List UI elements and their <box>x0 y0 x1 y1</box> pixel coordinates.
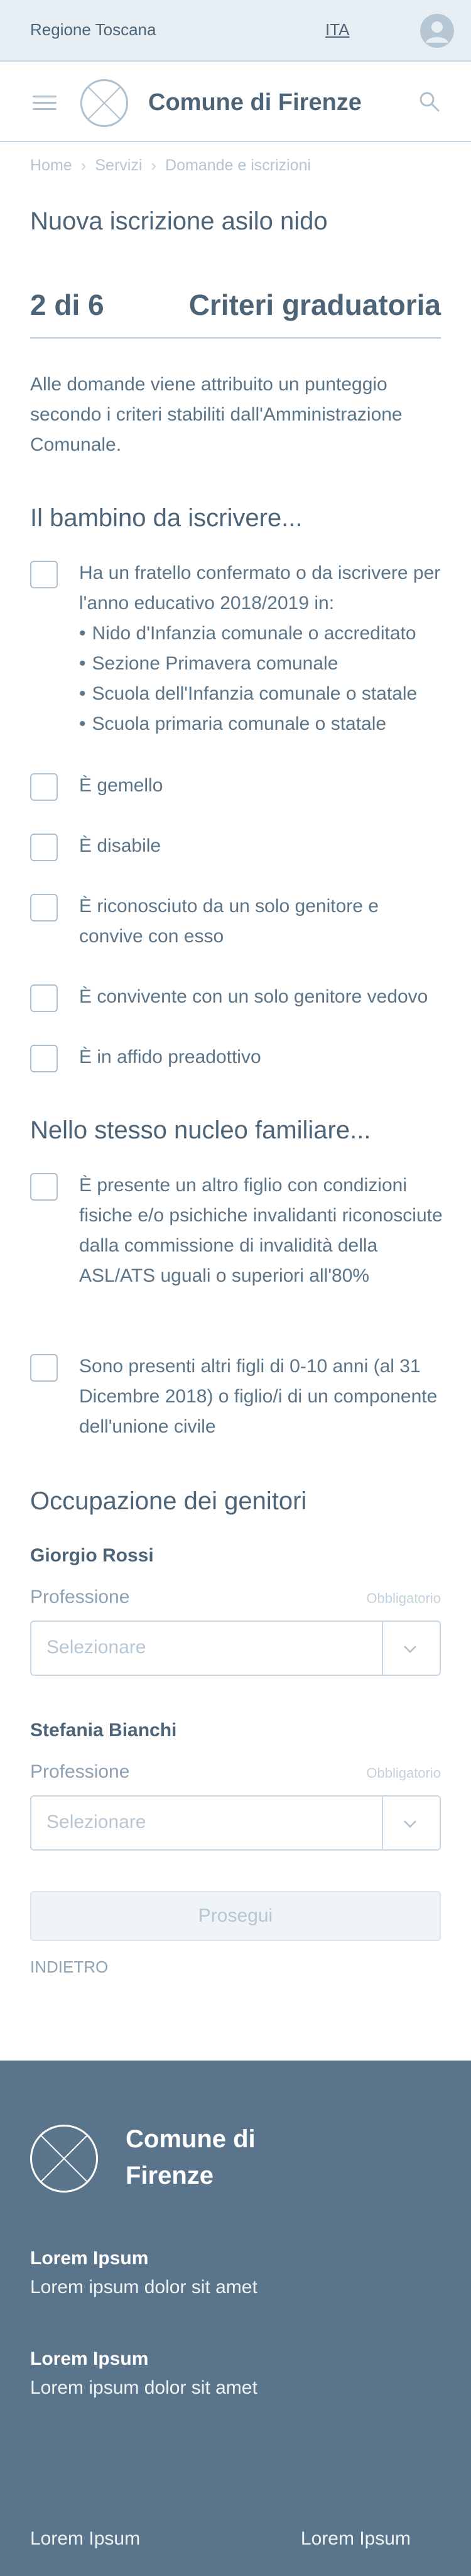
breadcrumb-item-current[interactable]: Domande e iscrizioni <box>165 157 311 175</box>
search-icon[interactable] <box>418 91 441 113</box>
checkbox-label: È riconosciuto da un solo genitore e con… <box>79 896 379 947</box>
chevron-right-icon: › <box>151 156 157 175</box>
professione-select-1[interactable]: Selezionare <box>30 1621 441 1676</box>
footer: Comune di Firenze Lorem Ipsum Lorem ipsu… <box>0 2061 471 2576</box>
list-item: Nido d'Infanzia comunale o accreditato <box>79 619 445 649</box>
site-title[interactable]: Comune di Firenze <box>148 89 362 116</box>
checkbox[interactable] <box>30 894 58 922</box>
chevron-right-icon: › <box>80 156 87 175</box>
checkbox[interactable] <box>30 1045 58 1072</box>
checkbox-label: Sono presenti altri figli di 0-10 anni (… <box>79 1356 438 1437</box>
avatar[interactable] <box>420 14 454 48</box>
checkbox-option-figlio-invalido[interactable]: È presente un altro figlio con condizion… <box>30 1170 445 1291</box>
chevron-down-icon[interactable] <box>402 1641 418 1657</box>
list-item: Scuola primaria comunale o statale <box>79 709 445 739</box>
list-item: Sezione Primavera comunale <box>79 649 445 679</box>
checkbox-option-altri-figli[interactable]: Sono presenti altri figli di 0-10 anni (… <box>30 1351 445 1442</box>
logo[interactable] <box>80 79 128 127</box>
checkbox-option-affido[interactable]: È in affido preadottivo <box>30 1042 445 1072</box>
checkbox-label: È gemello <box>79 775 163 796</box>
parent-name: Stefania Bianchi <box>30 1720 177 1741</box>
checkbox[interactable] <box>30 561 58 588</box>
field-label-professione: Professione <box>30 1761 130 1782</box>
checkbox[interactable] <box>30 1354 58 1382</box>
sub-list: Nido d'Infanzia comunale o accreditato S… <box>79 619 445 739</box>
footer-link[interactable]: Lorem Ipsum <box>301 2528 411 2550</box>
step-name: Criteri graduatoria <box>188 289 441 321</box>
footer-block-text: Lorem ipsum dolor sit amet <box>30 2377 257 2398</box>
checkbox[interactable] <box>30 1173 58 1201</box>
logo-placeholder-icon <box>82 81 126 125</box>
section-title-family: Nello stesso nucleo familiare... <box>30 1116 371 1144</box>
logo-placeholder-icon <box>32 2127 96 2191</box>
footer-block-title: Lorem Ipsum <box>30 2248 149 2269</box>
select-divider <box>382 1622 383 1675</box>
footer-block-title: Lorem Ipsum <box>30 2348 149 2369</box>
breadcrumb: Home › Servizi › Domande e iscrizioni <box>30 156 311 175</box>
checkbox[interactable] <box>30 984 58 1012</box>
checkbox-label: Ha un fratello confermato o da iscrivere… <box>79 563 441 614</box>
checkbox-option-disabile[interactable]: È disabile <box>30 831 445 861</box>
back-button[interactable]: INDIETRO <box>30 1957 108 1977</box>
language-selector[interactable]: ITA <box>325 20 350 40</box>
checkbox-option-solo-genitore[interactable]: È riconosciuto da un solo genitore e con… <box>30 891 445 952</box>
menu-icon[interactable] <box>33 96 57 111</box>
professione-select-2[interactable]: Selezionare <box>30 1795 441 1851</box>
select-placeholder: Selezionare <box>46 1812 146 1832</box>
section-title-parents: Occupazione dei genitori <box>30 1487 307 1515</box>
site-header: Comune di Firenze <box>0 60 471 142</box>
footer-title: Comune di Firenze <box>126 2125 256 2189</box>
checkbox-label: È disabile <box>79 835 161 856</box>
list-item: Scuola dell'Infanzia comunale o statale <box>79 679 445 709</box>
region-label: Regione Toscana <box>30 20 156 39</box>
step-counter: 2 di 6 <box>30 289 104 321</box>
checkbox-label: È convivente con un solo genitore vedovo <box>79 986 428 1007</box>
footer-block-text: Lorem ipsum dolor sit amet <box>30 2277 257 2298</box>
next-button[interactable]: Prosegui <box>30 1891 441 1941</box>
select-placeholder: Selezionare <box>46 1637 146 1658</box>
select-divider <box>382 1797 383 1849</box>
field-label-professione: Professione <box>30 1587 130 1607</box>
checkbox-option-vedovo[interactable]: È convivente con un solo genitore vedovo <box>30 982 445 1012</box>
footer-link[interactable]: Lorem Ipsum <box>30 2528 140 2550</box>
section-title-child: Il bambino da iscrivere... <box>30 504 303 532</box>
breadcrumb-item-home[interactable]: Home <box>30 157 72 175</box>
required-label: Obbligatorio <box>366 1765 441 1781</box>
required-label: Obbligatorio <box>366 1590 441 1606</box>
checkbox-label: È in affido preadottivo <box>79 1047 261 1067</box>
user-icon <box>426 21 448 43</box>
checkbox-option-fratello[interactable]: Ha un fratello confermato o da iscrivere… <box>30 558 445 739</box>
step-divider <box>30 337 441 339</box>
checkbox-option-gemello[interactable]: È gemello <box>30 771 445 801</box>
breadcrumb-item-servizi[interactable]: Servizi <box>95 157 142 175</box>
checkbox[interactable] <box>30 834 58 861</box>
parent-name: Giorgio Rossi <box>30 1545 154 1566</box>
footer-logo[interactable] <box>30 2125 98 2193</box>
intro-text: Alle domande viene attribuito un puntegg… <box>30 374 403 455</box>
checkbox-label: È presente un altro figlio con condizion… <box>79 1175 443 1286</box>
chevron-down-icon[interactable] <box>402 1815 418 1832</box>
top-bar: Regione Toscana ITA <box>0 0 471 60</box>
checkbox[interactable] <box>30 773 58 801</box>
page-title: Nuova iscrizione asilo nido <box>30 207 328 235</box>
